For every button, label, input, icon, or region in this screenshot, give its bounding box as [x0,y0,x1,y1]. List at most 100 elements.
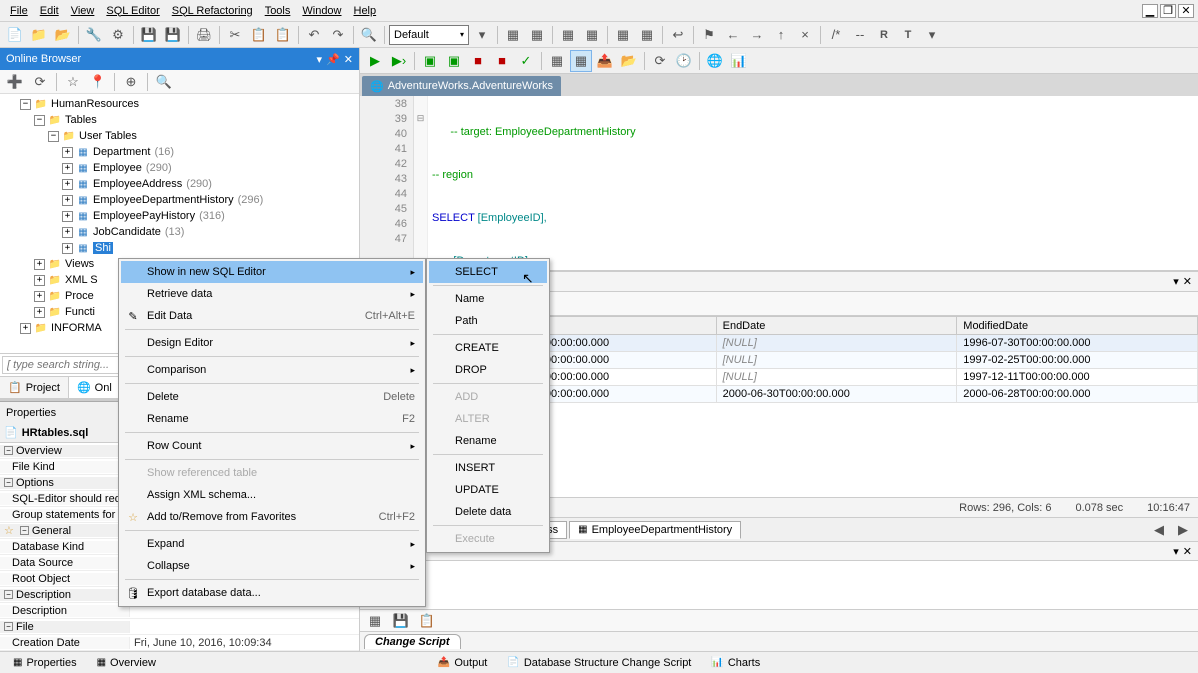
tree-item[interactable]: Functi [65,306,95,318]
export-icon[interactable]: 📤 [594,50,616,72]
expander-icon[interactable]: + [62,179,73,190]
msg-tool3-icon[interactable]: 📋 [416,610,438,632]
ctx-sub-name[interactable]: Name [429,288,547,310]
tree-item[interactable]: Department [93,146,150,158]
grid-icon[interactable]: ▦ [546,50,568,72]
print-icon[interactable]: 🖨 [193,24,215,46]
expander-icon[interactable]: − [48,131,59,142]
open-icon[interactable]: 📂 [52,24,74,46]
redo-icon[interactable]: ↷ [327,24,349,46]
expander-icon[interactable]: + [62,147,73,158]
ctx-show-new-sql[interactable]: Show in new SQL Editor [121,261,423,283]
grid2-icon[interactable]: ▦ [570,50,592,72]
ctx-sub-insert[interactable]: INSERT [429,457,547,479]
t-icon[interactable]: T [897,24,919,46]
expander-icon[interactable]: + [62,195,73,206]
expander-icon[interactable]: − [20,99,31,110]
db4-icon[interactable]: ▦ [581,24,603,46]
ctx-comparison[interactable]: Comparison [121,359,423,381]
ctx-sub-path[interactable]: Path [429,310,547,332]
ctx-expand[interactable]: Expand [121,533,423,555]
target-icon[interactable]: ⊕ [120,71,142,93]
tree-item[interactable]: INFORMA [51,322,102,334]
run1-icon[interactable]: ▣ [419,50,441,72]
tree-item[interactable]: Views [65,258,94,270]
expander-icon[interactable]: − [34,115,45,126]
change-script-tab[interactable]: Change Script [364,634,461,649]
ctx-row-count[interactable]: Row Count [121,435,423,457]
nav3-icon[interactable]: ↑ [770,24,792,46]
menu-tools[interactable]: Tools [259,3,297,19]
ctx-design-editor[interactable]: Design Editor [121,332,423,354]
tab-online[interactable]: 🌐Onl [69,377,121,398]
panel-dropdown-icon[interactable]: ▾ [1173,545,1179,558]
expander-icon[interactable]: + [34,275,45,286]
save-all-icon[interactable]: 💾 [162,24,184,46]
flag-icon[interactable]: ⚑ [698,24,720,46]
editor-tab[interactable]: 🌐 AdventureWorks.AdventureWorks [362,76,561,96]
fold-gutter[interactable]: ⊟ [414,96,428,270]
minimize-button[interactable]: ▁ [1142,4,1158,18]
msg-tool2-icon[interactable]: 💾 [390,610,412,632]
save-icon[interactable]: 💾 [138,24,160,46]
btab-output[interactable]: 📤Output [429,654,496,672]
expander-icon[interactable]: + [34,307,45,318]
cat-overview[interactable]: −Overview [0,445,130,457]
sql-editor[interactable]: 38394041424344454647 ⊟ -- target: Employ… [360,96,1198,271]
search2-icon[interactable]: 🔍 [153,71,175,93]
nav1-icon[interactable]: ← [722,24,744,46]
expander-icon[interactable]: + [34,259,45,270]
pin-icon[interactable]: 📍 [87,71,109,93]
col-header[interactable]: ModifiedDate [957,317,1198,335]
cut-icon[interactable]: ✂ [224,24,246,46]
ctx-export-db[interactable]: 🛢Export database data... [121,582,423,604]
globe2-icon[interactable]: 🌐 [704,50,726,72]
ctx-rename[interactable]: RenameF2 [121,408,423,430]
panel-close-icon[interactable]: ✕ [1183,275,1192,288]
stop-icon[interactable]: ■ [467,50,489,72]
undo-icon[interactable]: ↶ [303,24,325,46]
btab-properties[interactable]: ▦Properties [4,654,86,672]
btab-charts[interactable]: 📊Charts [702,654,769,672]
menu-sql-editor[interactable]: SQL Editor [100,3,165,19]
ctx-sub-select[interactable]: SELECT [429,261,547,283]
menu-sql-refactoring[interactable]: SQL Refactoring [166,3,259,19]
expander-icon[interactable]: + [62,211,73,222]
commit-icon[interactable]: ✓ [515,50,537,72]
db6-icon[interactable]: ▦ [636,24,658,46]
stop2-icon[interactable]: ■ [491,50,513,72]
ctx-sub-create[interactable]: CREATE [429,337,547,359]
ctx-collapse[interactable]: Collapse [121,555,423,577]
ctx-sub-rename[interactable]: Rename [429,430,547,452]
panel-close-icon[interactable]: ✕ [344,53,353,66]
tree-item[interactable]: JobCandidate [93,226,161,238]
cat-general[interactable]: ☆−General [0,524,130,537]
menu-view[interactable]: View [65,3,101,19]
comment-icon[interactable]: /* [825,24,847,46]
cat-description[interactable]: −Description [0,589,130,601]
last-icon[interactable]: ▾ [921,24,943,46]
uncomment-icon[interactable]: -- [849,24,871,46]
tree-item[interactable]: Employee [93,162,142,174]
tool-icon[interactable]: 🔧 [83,24,105,46]
tree-tables[interactable]: Tables [65,114,97,126]
close-button[interactable]: ✕ [1178,4,1194,18]
restore-button[interactable]: ❐ [1160,4,1176,18]
tree-item[interactable]: EmployeeDepartmentHistory [93,194,234,206]
new-icon[interactable]: 📄 [4,24,26,46]
copy-icon[interactable]: 📋 [248,24,270,46]
panel-close-icon[interactable]: ✕ [1183,545,1192,558]
code-content[interactable]: -- target: EmployeeDepartmentHistory -- … [428,96,1198,270]
chart-icon[interactable]: 📊 [728,50,750,72]
tree-item[interactable]: XML S [65,274,98,286]
tool2-icon[interactable]: ⚙ [107,24,129,46]
expander-icon[interactable]: + [20,323,31,334]
msg-tool1-icon[interactable]: ▦ [364,610,386,632]
cat-options[interactable]: −Options [0,477,130,489]
nav2-icon[interactable]: → [746,24,768,46]
menu-window[interactable]: Window [296,3,347,19]
panel-pin-icon[interactable]: 📌 [326,53,340,66]
tree-item[interactable]: EmployeePayHistory [93,210,195,222]
menu-edit[interactable]: Edit [34,3,65,19]
btab-overview[interactable]: ▦Overview [88,654,165,672]
